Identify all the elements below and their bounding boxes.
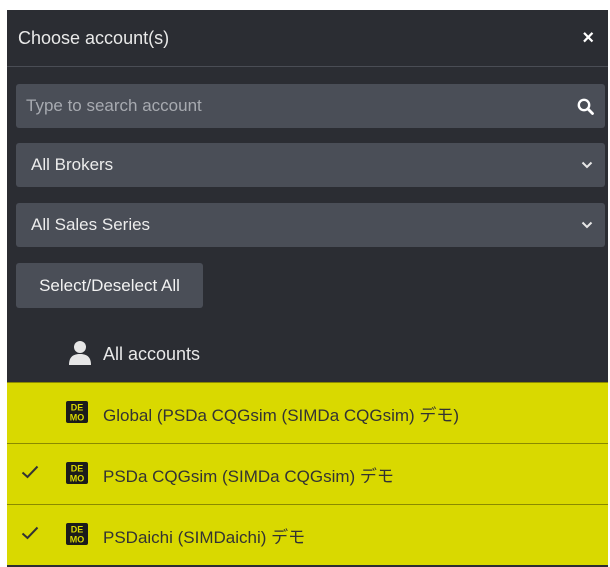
dialog-header: Choose account(s) × (7, 10, 608, 67)
svg-text:DE: DE (71, 464, 84, 474)
svg-text:MO: MO (70, 474, 85, 484)
sales-series-select-value: All Sales Series (31, 215, 151, 234)
choose-accounts-dialog: Choose account(s) × All Brokers All Sale… (7, 10, 608, 567)
close-button[interactable]: × (582, 28, 594, 48)
account-label: PSDa CQGsim (SIMDa CQGsim) デモ (103, 466, 394, 486)
demo-badge-icon: DE MO (66, 462, 88, 489)
svg-text:DE: DE (71, 403, 84, 413)
svg-text:MO: MO (70, 535, 85, 545)
dialog-title: Choose account(s) (18, 27, 170, 48)
account-label: Global (PSDa CQGsim (SIMDa CQGsim) デモ) (103, 405, 460, 425)
account-row-psdaichi[interactable]: DE MO PSDaichi (SIMDaichi) デモ (7, 504, 608, 565)
user-icon (68, 340, 92, 370)
account-label: PSDaichi (SIMDaichi) デモ (103, 527, 306, 547)
account-row-psda-cqgsim[interactable]: DE MO PSDa CQGsim (SIMDa CQGsim) デモ (7, 443, 608, 504)
check-icon (21, 526, 39, 545)
brokers-select-value: All Brokers (31, 155, 114, 174)
search-icon[interactable] (565, 98, 605, 115)
all-accounts-row[interactable]: All accounts (7, 326, 608, 382)
demo-badge-icon: DE MO (66, 401, 88, 428)
svg-text:DE: DE (71, 525, 84, 535)
search-input[interactable] (16, 84, 565, 128)
check-icon (21, 465, 39, 484)
brokers-select[interactable]: All Brokers (16, 143, 605, 187)
sales-series-select[interactable]: All Sales Series (16, 203, 605, 247)
chevron-down-icon (581, 161, 593, 169)
search-field (16, 84, 605, 128)
all-accounts-label: All accounts (103, 343, 201, 364)
account-row-global[interactable]: DE MO Global (PSDa CQGsim (SIMDa CQGsim)… (7, 382, 608, 443)
select-deselect-all-button[interactable]: Select/Deselect All (16, 263, 203, 308)
chevron-down-icon (581, 221, 593, 229)
demo-badge-icon: DE MO (66, 523, 88, 550)
svg-text:MO: MO (70, 413, 85, 423)
